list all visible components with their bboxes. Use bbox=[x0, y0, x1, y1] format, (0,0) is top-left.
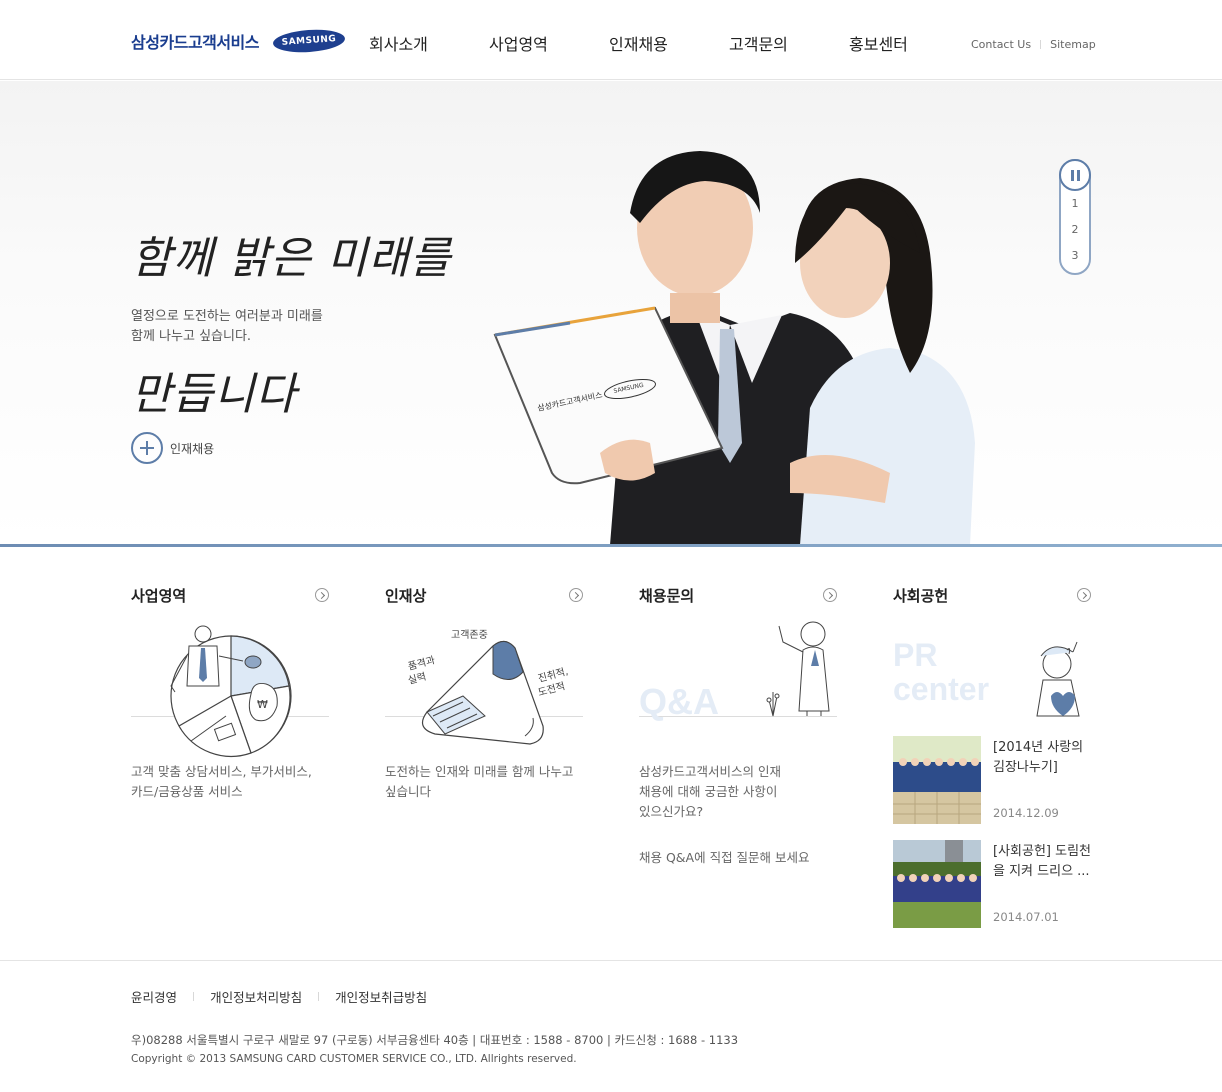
nav-item-business[interactable]: 사업영역 bbox=[489, 31, 609, 55]
hero-people-photo: 삼성카드고객서비스 SAMSUNG bbox=[493, 151, 975, 545]
hero-desc-line2: 함께 나누고 싶습니다. bbox=[131, 329, 252, 344]
pause-button[interactable] bbox=[1059, 159, 1091, 191]
hero-bottom-bar bbox=[0, 544, 1222, 547]
pr-watermark-1: PR bbox=[893, 637, 937, 673]
footer-link-privacy-processing[interactable]: 개인정보처리방침 bbox=[210, 987, 302, 1006]
more-arrow-icon[interactable] bbox=[1077, 588, 1091, 602]
footer-links: 윤리경영 | 개인정보처리방침 | 개인정보취급방침 bbox=[131, 987, 427, 1006]
section-title: 사업영역 bbox=[131, 586, 187, 605]
pr-item-info: [2014년 사랑의 김장나누기] 2014.12.09 bbox=[993, 736, 1091, 840]
pr-watermark-2: center bbox=[893, 671, 989, 707]
section-description: 도전하는 인재와 미래를 함께 나누고 싶습니다 bbox=[385, 764, 574, 799]
pr-illustration: PR center bbox=[893, 616, 1091, 736]
section-header: 사업영역 bbox=[131, 584, 329, 606]
section-social-contribution: 사회공헌 PR center [2014년 사랑의 김장나누기] 2014.12… bbox=[893, 584, 1091, 944]
section-title: 인재상 bbox=[385, 586, 427, 605]
section-talent: 인재상 고객존중 품격과 실력 진취적, 도전적 도전하는 인재와 미래를 함께… bbox=[385, 584, 583, 802]
site-header: 삼성카드고객서비스 SAMSUNG 회사소개 사업영역 인재채용 고객문의 홍보… bbox=[0, 0, 1222, 80]
nav-item-pr[interactable]: 홍보센터 bbox=[849, 31, 969, 55]
footer-link-ethics[interactable]: 윤리경영 bbox=[131, 987, 177, 1006]
pr-item-date: 2014.12.09 bbox=[993, 806, 1059, 820]
nav-item-recruit[interactable]: 인재채용 bbox=[609, 31, 729, 55]
more-arrow-icon[interactable] bbox=[569, 588, 583, 602]
pr-item-title[interactable]: [2014년 사랑의 김장나누기] bbox=[993, 738, 1091, 778]
section-recruit-inquiry: 채용문의 Q&A 삼성카드고객서비스의 인재 채용에 대해 궁금한 사항이 있으… bbox=[639, 584, 837, 868]
utility-links: Contact Us | Sitemap bbox=[971, 38, 1096, 51]
pr-thumbnail-kimchi[interactable] bbox=[893, 736, 981, 824]
talent-label-dignity-b: 실력 bbox=[407, 671, 428, 687]
footer-copyright: Copyright © 2013 SAMSUNG CARD CUSTOMER S… bbox=[131, 1053, 577, 1065]
slide-page-3[interactable]: 3 bbox=[1061, 249, 1089, 262]
talent-label-respect: 고객존중 bbox=[451, 629, 488, 641]
footer-address: 우)08288 서울특별시 구로구 새말로 97 (구로동) 서부금융센타 40… bbox=[131, 1033, 739, 1047]
hero-desc-line1: 열정으로 도전하는 여러분과 미래를 bbox=[131, 309, 323, 324]
footer-link-privacy-handling[interactable]: 개인정보취급방침 bbox=[335, 987, 427, 1006]
talent-illustration: 고객존중 품격과 실력 진취적, 도전적 bbox=[385, 616, 583, 746]
nav-item-inquiry[interactable]: 고객문의 bbox=[729, 31, 849, 55]
logo-text: 삼성카드고객서비스 bbox=[131, 33, 259, 52]
business-illustration: ₩ bbox=[131, 616, 329, 757]
hero-recruit-link[interactable]: 인재채용 bbox=[131, 432, 214, 464]
hero-link-label: 인재채용 bbox=[170, 441, 215, 456]
hero-title-line2: 만듭니다 bbox=[131, 369, 297, 420]
pr-item-date: 2014.07.01 bbox=[993, 910, 1059, 924]
pr-item-title[interactable]: [사회공헌] 도림천을 지켜 드리으 ... bbox=[993, 842, 1091, 882]
samsung-logo-badge: SAMSUNG bbox=[272, 27, 346, 55]
section-title: 사회공헌 bbox=[893, 586, 949, 605]
site-logo[interactable]: 삼성카드고객서비스 SAMSUNG bbox=[131, 27, 346, 55]
pr-news-item[interactable]: [2014년 사랑의 김장나누기] 2014.12.09 bbox=[893, 736, 1091, 840]
talent-label-dignity-a: 품격과 bbox=[406, 653, 436, 673]
util-divider: | bbox=[1039, 39, 1043, 50]
talent-triangle-illustration: 고객존중 품격과 실력 진취적, 도전적 bbox=[406, 629, 570, 745]
more-arrow-icon[interactable] bbox=[823, 588, 837, 602]
slide-page-1[interactable]: 1 bbox=[1061, 197, 1089, 210]
plus-circle-icon bbox=[131, 432, 163, 464]
qa-watermark: Q&A bbox=[639, 681, 719, 722]
hero-description: 열정으로 도전하는 여러분과 미래를 함께 나누고 싶습니다. bbox=[131, 307, 323, 347]
slide-pager: 1 2 3 bbox=[1059, 159, 1091, 275]
pause-icon-bar bbox=[1076, 169, 1080, 181]
section-header: 사회공헌 bbox=[893, 584, 1091, 606]
main-nav: 회사소개 사업영역 인재채용 고객문의 홍보센터 bbox=[369, 31, 969, 55]
pr-item-info: [사회공헌] 도림천을 지켜 드리으 ... 2014.07.01 bbox=[993, 840, 1091, 944]
sitemap-link[interactable]: Sitemap bbox=[1050, 38, 1096, 51]
more-arrow-icon[interactable] bbox=[315, 588, 329, 602]
business-pie-illustration: ₩ bbox=[170, 625, 292, 757]
pr-thumbnail-stream[interactable] bbox=[893, 840, 981, 928]
slide-page-2[interactable]: 2 bbox=[1061, 223, 1089, 236]
qa-figure-illustration: Q&A bbox=[639, 621, 830, 722]
pr-figure-illustration: PR center bbox=[893, 637, 1080, 717]
section-description: 고객 맞춤 상담서비스, 부가서비스, 카드/금융상품 서비스 bbox=[131, 764, 312, 799]
talent-label-challenge-a: 진취적, bbox=[537, 665, 570, 685]
footer-divider: | bbox=[317, 991, 321, 1002]
section-business: 사업영역 ₩ 고객 맞춤 상담서비스, 부가서비스, 카드/금융상품 서비스 bbox=[131, 584, 329, 802]
hero-title-line1: 함께 밝은 미래를 bbox=[131, 233, 452, 284]
hero-banner: 함께 밝은 미래를 만듭니다 열정으로 도전하는 여러분과 미래를 함께 나누고… bbox=[0, 81, 1222, 545]
qa-illustration: Q&A bbox=[639, 616, 837, 746]
pr-news-item[interactable]: [사회공헌] 도림천을 지켜 드리으 ... 2014.07.01 bbox=[893, 840, 1091, 944]
pause-icon-bar bbox=[1070, 169, 1074, 181]
nav-item-company[interactable]: 회사소개 bbox=[369, 31, 489, 55]
site-footer: 윤리경영 | 개인정보처리방침 | 개인정보취급방침 우)08288 서울특별시… bbox=[0, 960, 1222, 1092]
footer-divider: | bbox=[192, 991, 196, 1002]
section-header: 인재상 bbox=[385, 584, 583, 606]
section-description-cta: 채용 Q&A에 직접 질문해 보세요 bbox=[639, 850, 810, 865]
section-header: 채용문의 bbox=[639, 584, 837, 606]
section-title: 채용문의 bbox=[639, 586, 695, 605]
contact-us-link[interactable]: Contact Us bbox=[971, 38, 1031, 51]
svg-text:₩: ₩ bbox=[257, 698, 268, 711]
section-description: 삼성카드고객서비스의 인재 채용에 대해 궁금한 사항이 있으신가요? bbox=[639, 764, 781, 819]
